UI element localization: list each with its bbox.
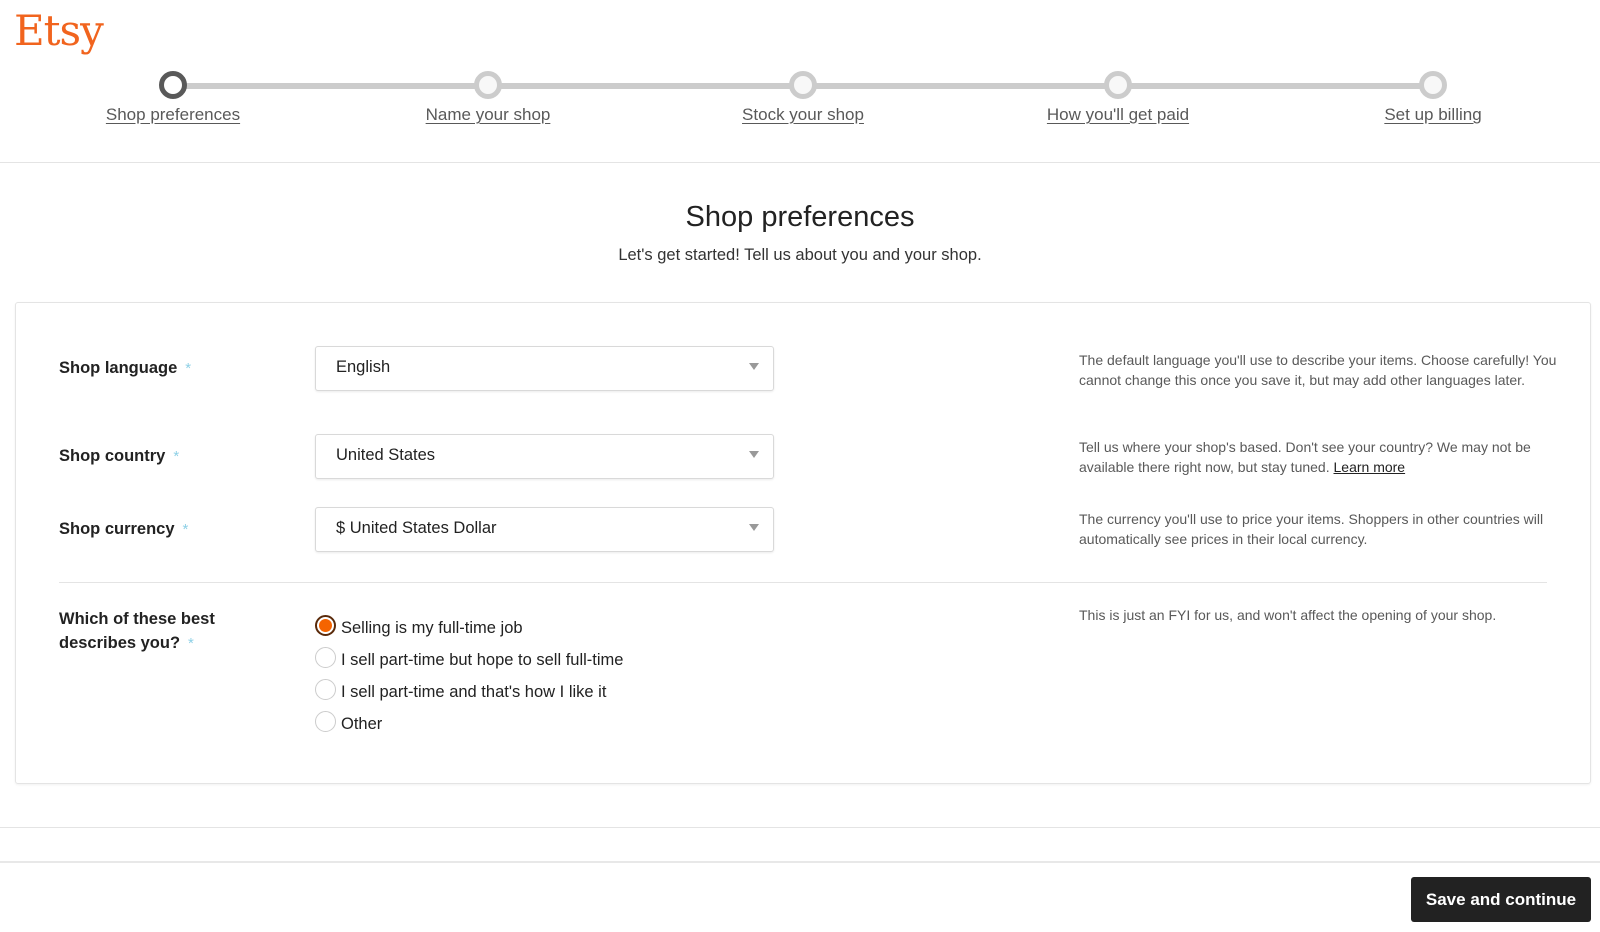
radio-label: I sell part-time but hope to sell full-t… — [341, 650, 624, 669]
page-subtitle: Let's get started! Tell us about you and… — [618, 246, 982, 264]
shop-language-value: English — [336, 358, 391, 376]
shop-language-label-text: Shop language — [59, 359, 178, 377]
progress-stepper: Shop preferences Name your shop Stock yo… — [0, 70, 1600, 140]
radio-label: I sell part-time and that's how I like i… — [341, 682, 607, 701]
step-stock-your-shop[interactable]: Stock your shop — [683, 70, 923, 125]
chevron-down-icon — [749, 451, 759, 458]
step-pending-icon — [474, 71, 502, 99]
describes-you-radio-group: Selling is my full-time job I sell part-… — [315, 612, 623, 740]
radio-checked-icon[interactable] — [315, 614, 336, 636]
step-pending-icon — [789, 71, 817, 99]
chevron-down-icon — [749, 524, 759, 531]
header: Etsy Shop preferences Name your shop Sto… — [0, 0, 1600, 163]
shop-currency-label: Shop currency * — [59, 517, 188, 542]
step-pending-icon — [1104, 71, 1132, 99]
describes-you-label-line1: Which of these best — [59, 610, 215, 628]
radio-unchecked-icon[interactable] — [315, 678, 336, 700]
step-set-up-billing[interactable]: Set up billing — [1313, 70, 1553, 125]
section-divider — [59, 582, 1547, 583]
required-icon: * — [185, 360, 192, 377]
footer-divider — [0, 861, 1600, 863]
shop-country-select[interactable]: United States — [315, 434, 774, 479]
step-label[interactable]: Stock your shop — [742, 105, 864, 125]
shop-currency-value: $ United States Dollar — [336, 519, 497, 537]
footer-divider-top — [0, 827, 1600, 828]
step-shop-preferences[interactable]: Shop preferences — [53, 70, 293, 125]
radio-option-other[interactable]: Other — [315, 708, 623, 740]
page-title: Shop preferences — [685, 201, 915, 233]
shop-currency-label-text: Shop currency — [59, 520, 175, 538]
step-label[interactable]: Name your shop — [426, 105, 551, 125]
step-name-your-shop[interactable]: Name your shop — [368, 70, 608, 125]
required-icon: * — [188, 635, 194, 652]
save-and-continue-button[interactable]: Save and continue — [1411, 877, 1591, 922]
shop-language-help: The default language you'll use to descr… — [1079, 352, 1557, 388]
describes-you-label-line2: describes you? — [59, 634, 181, 652]
radio-option-part-time-hope-full[interactable]: I sell part-time but hope to sell full-t… — [315, 644, 623, 676]
shop-language-label: Shop language * — [59, 356, 191, 381]
shop-country-help: Tell us where your shop's based. Don't s… — [1079, 437, 1559, 477]
radio-unchecked-icon[interactable] — [315, 646, 336, 668]
shop-country-label-text: Shop country — [59, 447, 166, 465]
step-label[interactable]: Shop preferences — [106, 105, 240, 125]
required-icon: * — [173, 448, 180, 465]
shop-country-help-text: Tell us where your shop's based. Don't s… — [1079, 439, 1531, 475]
shop-preferences-form: Shop language * English The default langu… — [15, 302, 1591, 784]
shop-currency-select[interactable]: $ United States Dollar — [315, 507, 774, 552]
page-header: Shop preferences Let's get started! Tell… — [0, 163, 1600, 265]
radio-unchecked-icon[interactable] — [315, 710, 336, 732]
shop-country-value: United States — [336, 446, 436, 464]
describes-you-label: Which of these best describes you? * — [59, 607, 215, 656]
radio-label: Other — [341, 714, 383, 733]
radio-label: Selling is my full-time job — [341, 618, 523, 637]
step-current-icon — [159, 71, 187, 99]
radio-option-part-time-like-it[interactable]: I sell part-time and that's how I like i… — [315, 676, 623, 708]
shop-currency-help: The currency you'll use to price your it… — [1079, 511, 1544, 547]
step-label[interactable]: How you'll get paid — [1047, 105, 1189, 125]
required-icon: * — [182, 521, 189, 538]
radio-option-full-time[interactable]: Selling is my full-time job — [315, 612, 623, 644]
etsy-logo[interactable]: Etsy — [14, 6, 104, 55]
describes-you-help: This is just an FYI for us, and won't af… — [1079, 607, 1497, 623]
shop-language-select[interactable]: English — [315, 346, 774, 391]
chevron-down-icon — [749, 363, 759, 370]
shop-country-label: Shop country * — [59, 444, 179, 469]
learn-more-link[interactable]: Learn more — [1334, 459, 1406, 475]
step-pending-icon — [1419, 71, 1447, 99]
step-label[interactable]: Set up billing — [1384, 105, 1481, 125]
step-how-youll-get-paid[interactable]: How you'll get paid — [998, 70, 1238, 125]
